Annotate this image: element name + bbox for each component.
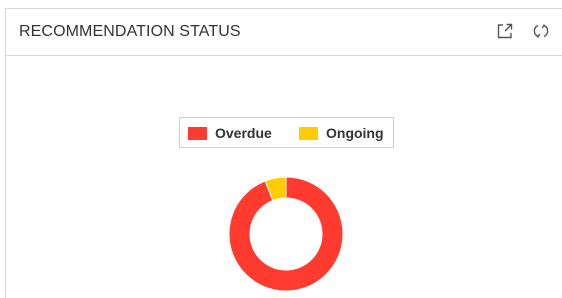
legend-swatch-overdue xyxy=(188,126,207,140)
chart-legend: Overdue Ongoing xyxy=(179,117,394,148)
legend-item-overdue[interactable]: Overdue xyxy=(188,125,272,141)
external-link-icon[interactable] xyxy=(495,21,515,41)
legend-item-ongoing[interactable]: Ongoing xyxy=(299,125,384,141)
panel-title: RECOMMENDATION STATUS xyxy=(19,23,241,40)
legend-label-ongoing: Ongoing xyxy=(326,125,384,141)
donut-chart xyxy=(228,176,344,292)
panel-header: RECOMMENDATION STATUS xyxy=(6,9,562,56)
donut-slice-overdue[interactable] xyxy=(228,176,344,292)
legend-swatch-ongoing xyxy=(299,126,318,140)
refresh-icon[interactable] xyxy=(531,21,551,41)
legend-label-overdue: Overdue xyxy=(215,125,272,141)
